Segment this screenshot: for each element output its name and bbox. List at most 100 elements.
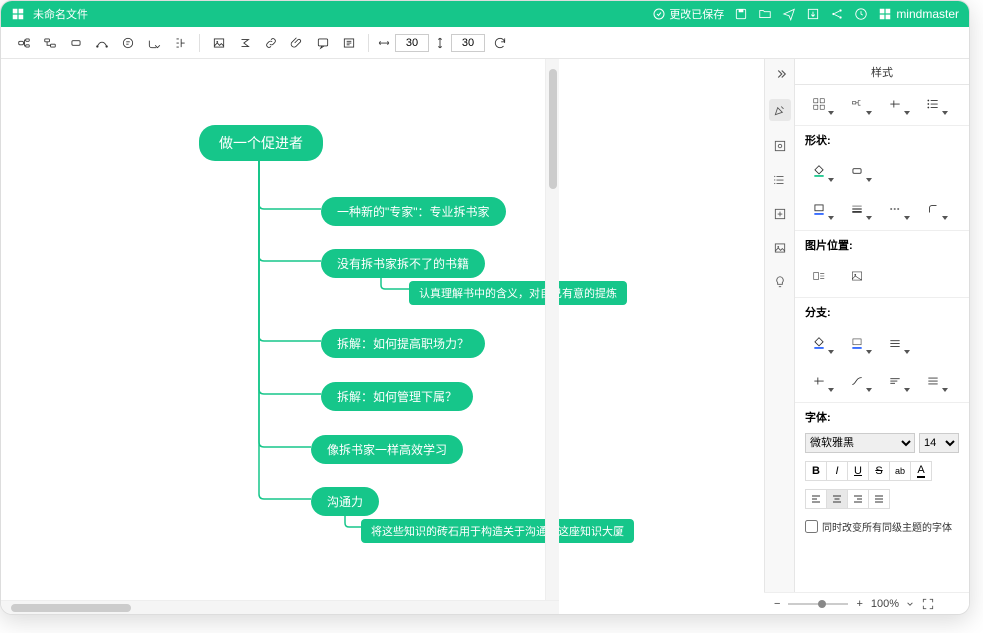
branch-connector-button[interactable] [805, 370, 833, 392]
sync-font-checkbox[interactable] [805, 520, 818, 533]
image-center-button[interactable] [843, 265, 871, 287]
border-color-button[interactable] [805, 198, 833, 220]
strikethrough-button[interactable]: S [868, 461, 890, 481]
history-icon[interactable] [854, 7, 868, 21]
floating-topic-button[interactable] [65, 32, 87, 54]
brand-text: mindmaster [896, 7, 959, 21]
clipart-tab-icon[interactable] [771, 239, 789, 257]
link-button[interactable] [260, 32, 282, 54]
image-pos-section-label: 图片位置: [795, 233, 969, 257]
shape-section-label: 形状: [795, 128, 969, 152]
font-smaller-button[interactable]: ab [889, 461, 911, 481]
align-justify-button[interactable] [868, 489, 890, 509]
zoom-value: 100% [871, 598, 899, 610]
note-button[interactable] [312, 32, 334, 54]
branch-width-button[interactable] [881, 332, 909, 354]
mindmap-node[interactable]: 没有拆书家拆不了的书籍 [321, 249, 485, 278]
chevron-down-icon[interactable] [907, 601, 913, 607]
save-icon[interactable] [734, 7, 748, 21]
brand: mindmaster [878, 7, 959, 21]
align-left-button[interactable] [805, 489, 827, 509]
boundary-button[interactable] [143, 32, 165, 54]
border-width-button[interactable] [843, 198, 871, 220]
font-size-select[interactable]: 14 [919, 433, 959, 453]
folder-icon[interactable] [758, 7, 772, 21]
connector-style-button[interactable] [881, 93, 909, 115]
icons-tab-icon[interactable] [771, 205, 789, 223]
italic-button[interactable]: I [826, 461, 848, 481]
branch-align-button[interactable] [919, 370, 947, 392]
style-panel: 样式 形状: 图片位置: [794, 59, 969, 614]
branch-taper-button[interactable] [881, 370, 909, 392]
title-bar: 未命名文件 更改已保存 mindmaster [1, 1, 969, 27]
font-color-button[interactable]: A [910, 461, 932, 481]
height-input[interactable] [451, 34, 485, 52]
app-logo-icon [11, 7, 25, 21]
theme-style-button[interactable] [843, 93, 871, 115]
panel-title: 样式 [795, 59, 969, 85]
corner-radius-button[interactable] [919, 198, 947, 220]
image-left-button[interactable] [805, 265, 833, 287]
underline-button[interactable]: U [847, 461, 869, 481]
zoom-slider[interactable] [788, 603, 848, 605]
branch-style-button[interactable] [843, 332, 871, 354]
branch-color-button[interactable] [805, 332, 833, 354]
zoom-out-button[interactable]: − [774, 598, 780, 610]
image-button[interactable] [208, 32, 230, 54]
fill-color-button[interactable] [805, 160, 833, 182]
mindmap-node[interactable]: 拆解：如何管理下属？ [321, 382, 473, 411]
node-text: 认真理解书中的含义，对自己有意的提炼 [419, 288, 617, 300]
mindmap-subnode[interactable]: 认真理解书中的含义，对自己有意的提炼 [409, 281, 627, 305]
refresh-button[interactable] [489, 32, 511, 54]
numbering-button[interactable] [919, 93, 947, 115]
check-circle-icon [653, 8, 665, 20]
ideas-tab-icon[interactable] [771, 273, 789, 291]
width-input[interactable] [395, 34, 429, 52]
height-icon [433, 36, 447, 50]
canvas[interactable]: 做一个促进者 一种新的"专家"：专业拆书家 没有拆书家拆不了的书籍 认真理解书中… [1, 59, 764, 614]
style-tab-icon[interactable] [769, 99, 791, 121]
mindmap-subnode[interactable]: 将这些知识的砖石用于构造关于沟通力这座知识大厦 [361, 519, 634, 543]
node-text: 沟通力 [327, 495, 363, 509]
topic-button[interactable] [13, 32, 35, 54]
node-text: 拆解：如何管理下属？ [337, 390, 457, 404]
node-text: 一种新的"专家"：专业拆书家 [337, 205, 490, 219]
align-center-button[interactable] [826, 489, 848, 509]
font-family-select[interactable]: 微软雅黑 [805, 433, 915, 453]
node-text: 拆解：如何提高职场力？ [337, 337, 469, 351]
relationship-button[interactable] [91, 32, 113, 54]
callout-button[interactable] [117, 32, 139, 54]
zoom-in-button[interactable]: + [856, 598, 862, 610]
border-dash-button[interactable] [881, 198, 909, 220]
font-section-label: 字体: [795, 405, 969, 429]
outline-tab-icon[interactable] [771, 171, 789, 189]
shape-type-button[interactable] [843, 160, 871, 182]
align-right-button[interactable] [847, 489, 869, 509]
layout-style-button[interactable] [805, 93, 833, 115]
attachment-button[interactable] [286, 32, 308, 54]
document-title: 未命名文件 [33, 6, 653, 22]
collapse-panel-icon[interactable] [771, 65, 789, 83]
mindmap-node[interactable]: 一种新的"专家"：专业拆书家 [321, 197, 506, 226]
bold-button[interactable]: B [805, 461, 827, 481]
save-status-text: 更改已保存 [669, 6, 724, 22]
side-rail [764, 59, 794, 614]
mindmap-node[interactable]: 拆解：如何提高职场力？ [321, 329, 485, 358]
tag-button[interactable] [338, 32, 360, 54]
status-bar: − + 100% [764, 592, 969, 614]
layout-tab-icon[interactable] [771, 137, 789, 155]
send-icon[interactable] [782, 7, 796, 21]
branch-curve-button[interactable] [843, 370, 871, 392]
mindmap-node[interactable]: 像拆书家一样高效学习 [311, 435, 463, 464]
export-icon[interactable] [806, 7, 820, 21]
fullscreen-icon[interactable] [921, 597, 935, 611]
mindmap-node[interactable]: 沟通力 [311, 487, 379, 516]
node-text: 做一个促进者 [219, 135, 303, 151]
share-icon[interactable] [830, 7, 844, 21]
subtopic-button[interactable] [39, 32, 61, 54]
horizontal-scrollbar[interactable] [1, 600, 559, 614]
mindmap-root[interactable]: 做一个促进者 [199, 125, 323, 161]
summary-button[interactable] [169, 32, 191, 54]
vertical-scrollbar[interactable] [545, 59, 559, 600]
formula-button[interactable] [234, 32, 256, 54]
